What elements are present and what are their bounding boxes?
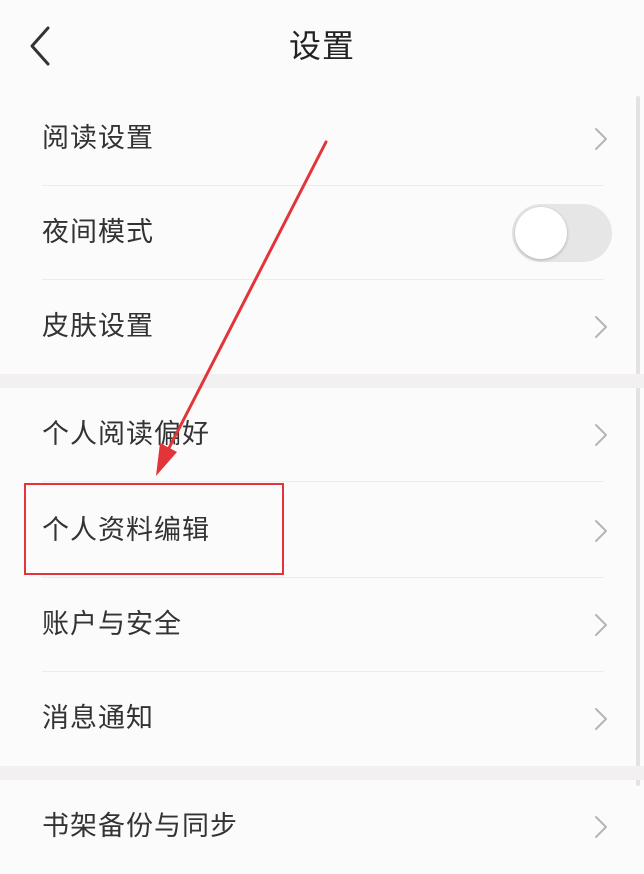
edit-profile-label: 个人资料编辑 [42,515,210,546]
chevron-right-icon [594,815,608,839]
skin-settings-label: 皮肤设置 [42,311,154,342]
account-security-label: 账户与安全 [42,609,182,640]
top-bar: 设置 [0,0,644,92]
reading-settings-label: 阅读设置 [42,123,154,154]
account-security-item[interactable]: 账户与安全 [0,578,644,672]
bookshelf-backup-sync-label: 书架备份与同步 [42,811,238,842]
personal-reading-preference-item[interactable]: 个人阅读偏好 [0,388,644,482]
night-mode-label: 夜间模式 [42,217,154,248]
notifications-label: 消息通知 [42,703,154,734]
chevron-right-icon [594,315,608,339]
section-separator [0,766,644,780]
section-separator [0,374,644,388]
night-mode-toggle[interactable] [512,204,612,262]
personal-reading-preference-label: 个人阅读偏好 [42,419,210,450]
chevron-right-icon [594,127,608,151]
chevron-right-icon [594,613,608,637]
toggle-knob [515,207,567,259]
night-mode-item: 夜间模式 [0,186,644,280]
divider [42,481,604,482]
bookshelf-backup-sync-item[interactable]: 书架备份与同步 [0,780,644,874]
reading-settings-item[interactable]: 阅读设置 [0,92,644,186]
edit-profile-item[interactable]: 个人资料编辑 [0,484,644,578]
page-title: 设置 [288,27,355,65]
chevron-right-icon [594,707,608,731]
chevron-right-icon [594,519,608,543]
chevron-right-icon [594,423,608,447]
notifications-item[interactable]: 消息通知 [0,672,644,766]
skin-settings-item[interactable]: 皮肤设置 [0,280,644,374]
